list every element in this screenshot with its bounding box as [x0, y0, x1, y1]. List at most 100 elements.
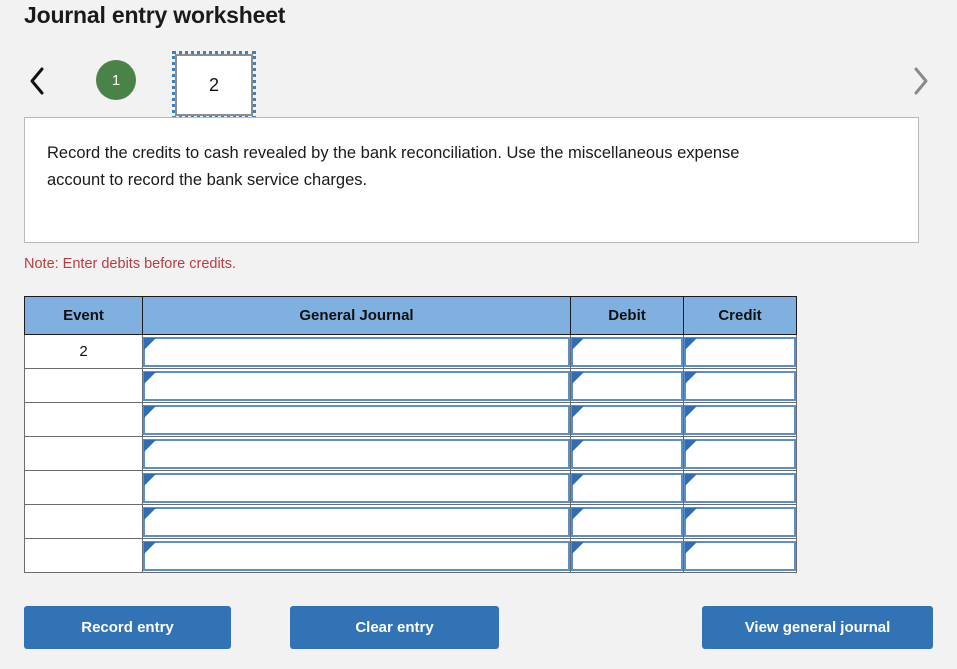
cell-dropdown-triangle-icon — [572, 371, 584, 384]
cell-dropdown-triangle-icon — [572, 541, 584, 554]
cell-dropdown-triangle-icon — [144, 405, 156, 418]
credit-input-cell[interactable] — [683, 470, 797, 505]
general-journal-input-cell[interactable] — [142, 334, 571, 369]
table-row: 2 — [24, 334, 797, 369]
next-page-button[interactable] — [903, 60, 937, 102]
debit-input-cell[interactable] — [570, 402, 684, 437]
general-journal-input[interactable] — [143, 404, 570, 435]
credit-input[interactable] — [684, 336, 796, 367]
page-title: Journal entry worksheet — [24, 2, 286, 28]
debit-input-cell[interactable] — [570, 470, 684, 505]
table-row — [24, 538, 797, 573]
debit-input[interactable] — [571, 472, 683, 503]
table-row — [24, 470, 797, 505]
debit-input[interactable] — [571, 438, 683, 469]
debit-input-cell[interactable] — [570, 334, 684, 369]
table-row — [24, 504, 797, 539]
cell-dropdown-triangle-icon — [685, 405, 697, 418]
view-general-journal-button[interactable]: View general journal — [702, 606, 933, 649]
column-header-credit: Credit — [683, 296, 797, 335]
general-journal-input-cell[interactable] — [142, 538, 571, 573]
general-journal-input[interactable] — [143, 370, 570, 401]
instruction-panel: Record the credits to cash revealed by t… — [24, 117, 919, 243]
debit-input[interactable] — [571, 506, 683, 537]
record-entry-button[interactable]: Record entry — [24, 606, 231, 649]
general-journal-input-cell[interactable] — [142, 402, 571, 437]
debit-input-cell[interactable] — [570, 538, 684, 573]
credit-input-cell[interactable] — [683, 436, 797, 471]
general-journal-input[interactable] — [143, 336, 570, 367]
cell-dropdown-triangle-icon — [685, 439, 697, 452]
general-journal-input[interactable] — [143, 540, 570, 571]
chevron-left-icon — [28, 66, 46, 96]
credit-input-cell[interactable] — [683, 334, 797, 369]
debit-input[interactable] — [571, 540, 683, 571]
chevron-right-icon — [911, 66, 929, 96]
journal-entry-table: Event General Journal Debit Credit 2 — [24, 296, 797, 573]
column-header-debit: Debit — [570, 296, 684, 335]
general-journal-input[interactable] — [143, 438, 570, 469]
credit-input-cell[interactable] — [683, 402, 797, 437]
credit-input[interactable] — [684, 472, 796, 503]
column-header-general-journal: General Journal — [142, 296, 571, 335]
general-journal-input-cell[interactable] — [142, 504, 571, 539]
event-cell — [24, 368, 143, 403]
event-cell — [24, 402, 143, 437]
clear-entry-button[interactable]: Clear entry — [290, 606, 499, 649]
column-header-event: Event — [24, 296, 143, 335]
cell-dropdown-triangle-icon — [685, 371, 697, 384]
debit-input-cell[interactable] — [570, 504, 684, 539]
debits-before-credits-note: Note: Enter debits before credits. — [24, 256, 236, 272]
debit-input-cell[interactable] — [570, 368, 684, 403]
event-cell — [24, 504, 143, 539]
general-journal-input-cell[interactable] — [142, 470, 571, 505]
credit-input[interactable] — [684, 370, 796, 401]
credit-input[interactable] — [684, 506, 796, 537]
pager-page-1-label: 1 — [111, 71, 121, 89]
debit-input[interactable] — [571, 336, 683, 367]
journal-entry-table-container: Event General Journal Debit Credit 2 — [24, 296, 797, 573]
table-header-row: Event General Journal Debit Credit — [24, 296, 797, 335]
event-cell — [24, 436, 143, 471]
credit-input[interactable] — [684, 540, 796, 571]
worksheet-pager: 1 2 — [20, 51, 937, 119]
journal-entry-table-body: 2 — [24, 334, 797, 573]
cell-dropdown-triangle-icon — [572, 473, 584, 486]
general-journal-input-cell[interactable] — [142, 436, 571, 471]
cell-dropdown-triangle-icon — [144, 473, 156, 486]
general-journal-input[interactable] — [143, 506, 570, 537]
event-cell — [24, 470, 143, 505]
pager-page-1[interactable]: 1 — [96, 60, 136, 100]
table-row — [24, 402, 797, 437]
debit-input-cell[interactable] — [570, 436, 684, 471]
cell-dropdown-triangle-icon — [685, 507, 697, 520]
cell-dropdown-triangle-icon — [572, 405, 584, 418]
credit-input-cell[interactable] — [683, 368, 797, 403]
general-journal-input-cell[interactable] — [142, 368, 571, 403]
event-cell — [24, 538, 143, 573]
credit-input[interactable] — [684, 438, 796, 469]
table-row — [24, 436, 797, 471]
cell-dropdown-triangle-icon — [572, 439, 584, 452]
credit-input[interactable] — [684, 404, 796, 435]
cell-dropdown-triangle-icon — [144, 337, 156, 350]
cell-dropdown-triangle-icon — [144, 541, 156, 554]
cell-dropdown-triangle-icon — [685, 473, 697, 486]
cell-dropdown-triangle-icon — [572, 337, 584, 350]
general-journal-input[interactable] — [143, 472, 570, 503]
instruction-text: Record the credits to cash revealed by t… — [47, 144, 740, 190]
event-cell: 2 — [24, 334, 143, 369]
debit-input[interactable] — [571, 370, 683, 401]
table-row — [24, 368, 797, 403]
pager-page-2-label: 2 — [208, 74, 219, 95]
debit-input[interactable] — [571, 404, 683, 435]
pager-page-2[interactable]: 2 — [172, 51, 256, 119]
cell-dropdown-triangle-icon — [144, 507, 156, 520]
credit-input-cell[interactable] — [683, 504, 797, 539]
cell-dropdown-triangle-icon — [144, 371, 156, 384]
previous-page-button[interactable] — [20, 60, 54, 102]
cell-dropdown-triangle-icon — [685, 541, 697, 554]
credit-input-cell[interactable] — [683, 538, 797, 573]
cell-dropdown-triangle-icon — [144, 439, 156, 452]
cell-dropdown-triangle-icon — [685, 337, 697, 350]
